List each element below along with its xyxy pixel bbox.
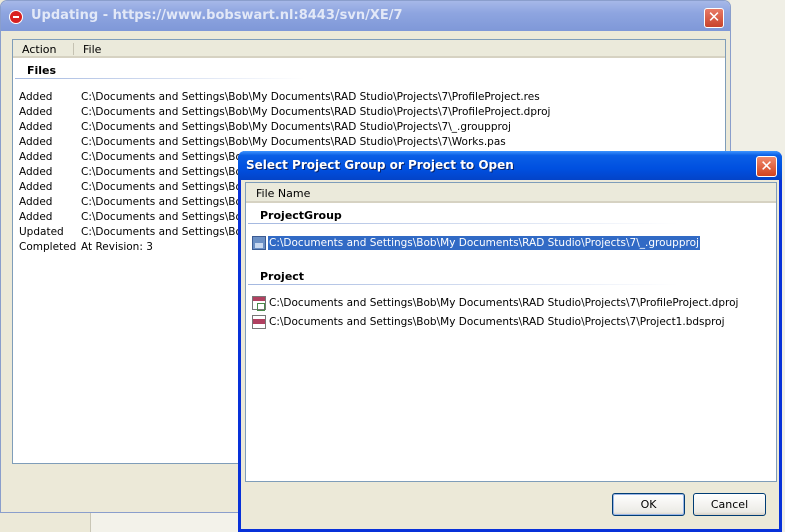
group-files-label: Files	[27, 64, 57, 77]
column-separator[interactable]	[73, 43, 74, 55]
close-icon[interactable]: ✕	[704, 8, 724, 28]
updating-titlebar[interactable]: Updating - https://www.bobswart.nl:8443/…	[1, 1, 730, 31]
updating-window-title: Updating - https://www.bobswart.nl:8443/…	[31, 8, 403, 23]
list-item-bdsproj[interactable]: C:\Documents and Settings\Bob\My Documen…	[252, 315, 726, 331]
group-divider	[15, 78, 305, 79]
list-item-groupproj[interactable]: C:\Documents and Settings\Bob\My Documen…	[252, 236, 700, 252]
group-project-group-label: ProjectGroup	[260, 209, 342, 222]
group-project-label: Project	[260, 270, 305, 283]
close-icon[interactable]: ✕	[756, 156, 777, 177]
select-dialog-titlebar[interactable]: Select Project Group or Project to Open …	[238, 151, 782, 180]
background-panel	[90, 512, 240, 532]
tortoise-svn-icon	[9, 10, 23, 24]
group-divider	[248, 223, 678, 224]
ok-button[interactable]: OK	[612, 493, 685, 516]
select-dialog-title: Select Project Group or Project to Open	[246, 158, 514, 172]
bdsproj-file-icon	[252, 315, 266, 329]
column-header-action[interactable]: Action	[22, 43, 56, 56]
select-project-dialog: Select Project Group or Project to Open …	[238, 151, 782, 532]
column-header-file-name[interactable]: File Name	[256, 187, 310, 200]
project-group-icon	[252, 236, 266, 250]
list-header: File Name	[246, 183, 776, 203]
project-file-list[interactable]: File Name ProjectGroup C:\Documents and …	[245, 182, 777, 482]
dproj-file-icon	[252, 296, 266, 311]
group-divider	[248, 284, 678, 285]
list-item-dproj[interactable]: C:\Documents and Settings\Bob\My Documen…	[252, 296, 739, 312]
list-header: Action File	[13, 40, 725, 58]
column-header-file[interactable]: File	[83, 43, 101, 56]
cancel-button[interactable]: Cancel	[693, 493, 766, 516]
